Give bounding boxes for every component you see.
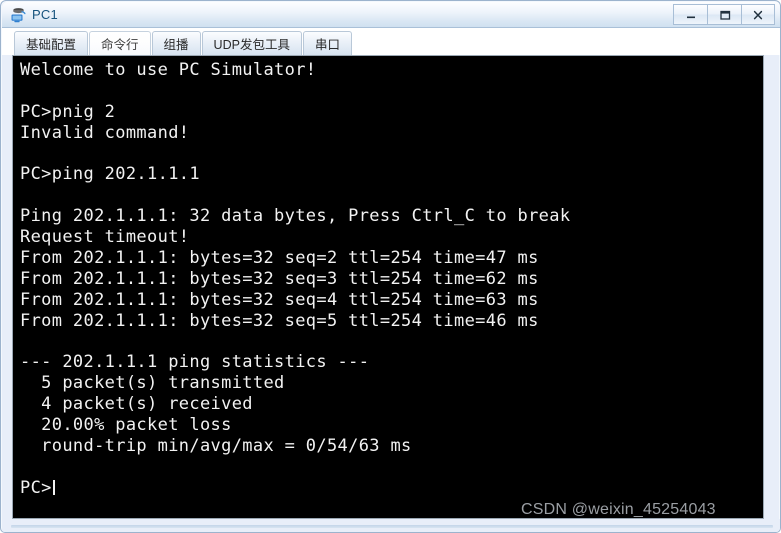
terminal-prompt-line[interactable]: PC>: [20, 478, 761, 499]
terminal-prompt: PC>: [20, 477, 52, 498]
pc1-window: PC1 基础配置 命令行 组播 UDP发包工具 串口 Welcome to us…: [0, 0, 781, 533]
tab-label: UDP发包工具: [213, 38, 290, 52]
terminal-line: --- 202.1.1.1 ping statistics ---: [20, 352, 370, 373]
tab-label: 基础配置: [26, 38, 77, 52]
window-controls: [673, 4, 775, 25]
terminal-line: 20.00% packet loss: [20, 415, 232, 436]
terminal-line: PC>pnig 2: [20, 101, 116, 122]
footer-divider: [11, 525, 773, 528]
terminal-line: 5 packet(s) transmitted: [20, 373, 285, 394]
terminal-line: Ping 202.1.1.1: 32 data bytes, Press Ctr…: [20, 206, 571, 227]
title-bar: PC1: [2, 2, 780, 28]
terminal-cursor: [52, 479, 55, 495]
terminal-panel[interactable]: Welcome to use PC Simulator! PC>pnig 2 Inv…: [12, 55, 764, 519]
terminal-line: Welcome to use PC Simulator!: [20, 60, 317, 80]
tab-basic-config[interactable]: 基础配置: [14, 31, 89, 55]
tab-label: 串口: [314, 38, 340, 52]
tab-label: 组播: [163, 38, 189, 52]
terminal-line: From 202.1.1.1: bytes=32 seq=4 ttl=254 t…: [20, 289, 539, 310]
pc-host-icon: [9, 6, 27, 24]
tab-serial-port[interactable]: 串口: [302, 31, 352, 55]
window-footer: [2, 519, 780, 532]
terminal-line: From 202.1.1.1: bytes=32 seq=3 ttl=254 t…: [20, 268, 539, 289]
tab-bar: 基础配置 命令行 组播 UDP发包工具 串口: [2, 28, 780, 55]
window-title: PC1: [32, 7, 58, 22]
tab-multicast[interactable]: 组播: [151, 31, 201, 55]
terminal-line: 4 packet(s) received: [20, 394, 253, 415]
terminal-line: From 202.1.1.1: bytes=32 seq=2 ttl=254 t…: [20, 248, 539, 269]
terminal-line: PC>ping 202.1.1.1: [20, 164, 200, 185]
close-button[interactable]: [741, 4, 775, 25]
maximize-button[interactable]: [707, 4, 741, 25]
minimize-button[interactable]: [673, 4, 707, 25]
terminal-line: Invalid command!: [20, 122, 190, 143]
terminal-line: Request timeout!: [20, 227, 190, 248]
terminal-line: From 202.1.1.1: bytes=32 seq=5 ttl=254 t…: [20, 310, 539, 331]
terminal-line: round-trip min/avg/max = 0/54/63 ms: [20, 436, 412, 457]
terminal-output[interactable]: Welcome to use PC Simulator! PC>pnig 2 Inv…: [20, 60, 761, 518]
tab-command-line[interactable]: 命令行: [89, 31, 151, 55]
tab-label: 命令行: [101, 38, 139, 52]
tab-udp-tool[interactable]: UDP发包工具: [201, 31, 302, 55]
